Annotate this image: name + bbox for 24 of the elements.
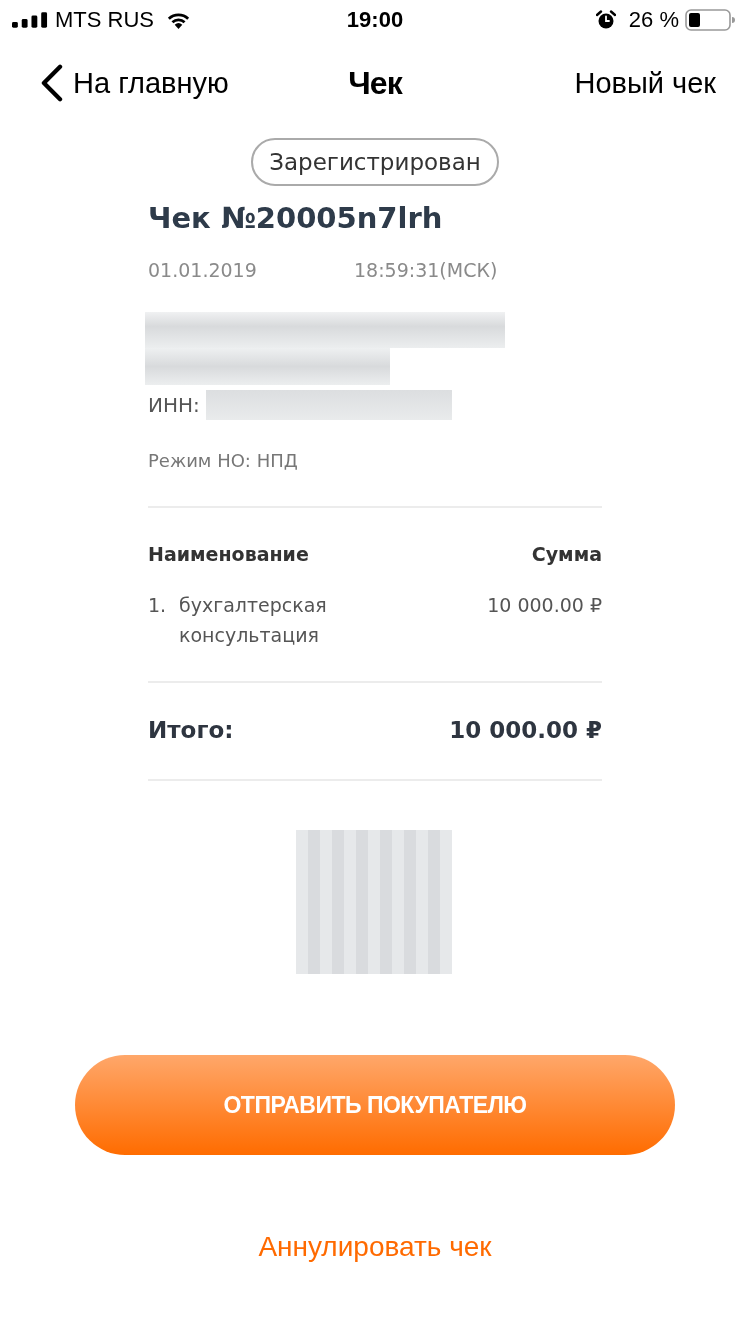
item-name: бухгалтерская консультация [179, 593, 328, 648]
column-header: Сумма [531, 542, 602, 567]
inn-label: ИНН: [148, 392, 200, 419]
item-amount: 10 000.00 ₽ [487, 593, 602, 618]
receipt-time: 18:59:31(МСК) [354, 258, 498, 283]
receipt-date: 01.01.2019 [148, 258, 258, 283]
chevron-left-icon [40, 64, 63, 102]
signal-icon [12, 12, 49, 28]
carrier-name: MTS RUS [55, 7, 154, 33]
item-number: 1. [148, 593, 168, 618]
total-label: Итого: [148, 716, 234, 745]
back-button[interactable]: На главную [40, 64, 229, 102]
status-badge: Зарегистрирован [251, 138, 499, 186]
receipt-title: Чек №20005n7lrh [148, 200, 444, 237]
battery-icon [685, 9, 735, 31]
column-header: Наименование [148, 542, 309, 567]
tax-mode: Режим НО: НПД [148, 449, 299, 473]
alarm-clock-icon [595, 10, 616, 30]
total-amount: 10 000.00 ₽ [449, 716, 602, 745]
status-time: 19:00 [346, 7, 404, 33]
new-receipt-button[interactable]: Новый чек [574, 66, 716, 100]
screen-title: Чек [348, 64, 402, 103]
wifi-icon [166, 11, 191, 29]
battery-percent: 26 % [628, 7, 679, 33]
